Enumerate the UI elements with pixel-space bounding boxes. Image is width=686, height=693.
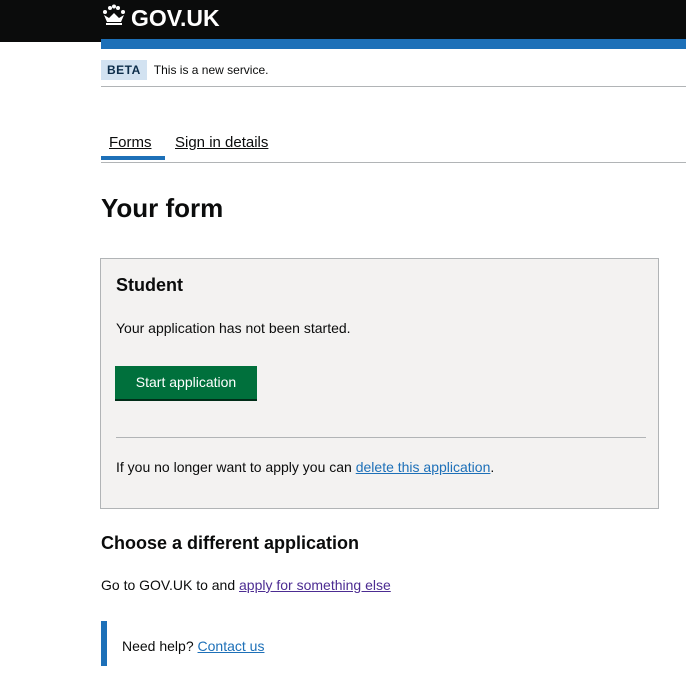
govuk-header: GOV.UK [0, 0, 686, 49]
delete-application-link[interactable]: delete this application [356, 459, 491, 475]
delete-suffix: . [490, 459, 495, 475]
different-application-prefix: Go to GOV.UK to and [101, 577, 240, 593]
tab-sign-in-details[interactable]: Sign in details [175, 134, 268, 151]
application-card: Student Your application has not been st… [100, 258, 659, 509]
contact-us-link[interactable]: Contact us [198, 638, 265, 654]
phase-divider [101, 86, 686, 87]
delete-prefix: If you no longer want to apply you can [116, 459, 356, 475]
govuk-logo-link[interactable]: GOV.UK [101, 4, 220, 32]
apply-something-else-link[interactable]: apply for something else [239, 577, 391, 593]
help-inset: Need help? Contact us [101, 621, 501, 666]
logo-text: GOV.UK [131, 4, 220, 31]
header-blue-strip [101, 39, 686, 49]
tab-forms[interactable]: Forms [109, 134, 152, 151]
phase-text: This is a new service. [153, 63, 269, 77]
application-status: Your application has not been started. [116, 320, 351, 336]
sub-navigation: Forms Sign in details [101, 134, 686, 163]
help-inset-bar [101, 621, 107, 666]
application-heading: Student [116, 275, 183, 295]
subnav-divider [101, 162, 686, 163]
start-application-button[interactable]: Start application [115, 366, 257, 399]
help-text: Need help? Contact us [122, 638, 264, 654]
page-title: Your form [101, 193, 224, 223]
different-application-text: Go to GOV.UK to and apply for something … [101, 577, 391, 593]
card-divider [116, 437, 646, 438]
phase-banner: BETA This is a new service. [101, 60, 686, 80]
phase-tag: BETA [101, 60, 147, 80]
different-application-heading: Choose a different application [101, 533, 360, 553]
delete-application-text: If you no longer want to apply you can d… [116, 459, 494, 475]
crown-icon [101, 4, 127, 32]
help-prefix: Need help? [122, 638, 198, 654]
tab-active-indicator [101, 156, 165, 160]
